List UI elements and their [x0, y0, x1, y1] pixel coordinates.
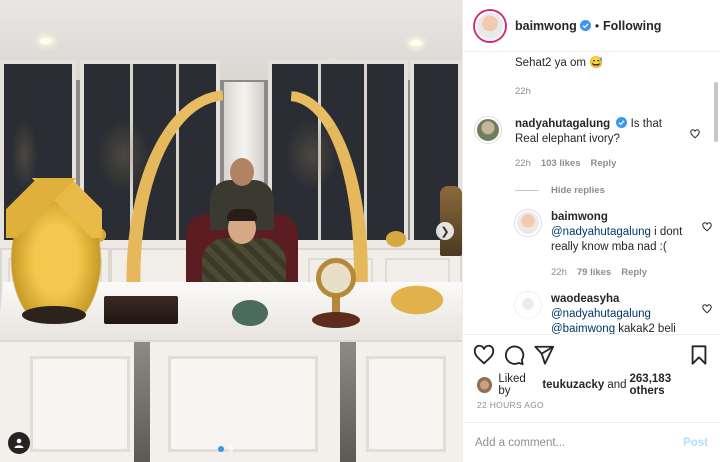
gold-eagle-wing	[6, 178, 102, 238]
post-photo[interactable]: ❯	[0, 0, 462, 462]
clock-base	[312, 312, 360, 328]
action-bar	[463, 334, 720, 374]
comment-reply: waodeasyha @nadyahutagalung @baimwong ka…	[515, 292, 712, 334]
add-comment-form: Post	[463, 422, 720, 462]
following-button[interactable]: Following	[603, 19, 661, 33]
desk-panel	[168, 356, 318, 452]
comment-time[interactable]: 22h	[515, 156, 531, 171]
gold-ornament	[382, 228, 410, 250]
instagram-post: ❯ baimwong • Following Sehat2 ya om 😅 22…	[0, 0, 720, 462]
share-icon[interactable]	[533, 344, 555, 366]
comment-likes[interactable]: 103 likes	[541, 156, 581, 171]
reply-button[interactable]: Reply	[590, 156, 616, 171]
avatar[interactable]	[515, 210, 541, 236]
likes-prefix: Liked by	[498, 373, 526, 397]
comment-username[interactable]: nadyahutagalung	[515, 118, 610, 130]
avatar[interactable]	[477, 377, 493, 393]
chevron-right-icon[interactable]: ❯	[436, 222, 454, 240]
carousel-dot	[218, 446, 224, 452]
comment-time[interactable]: 22h	[515, 84, 531, 99]
eagle-base	[22, 306, 86, 324]
likes-middle: and	[607, 379, 627, 391]
comment: nadyahutagalung Is that Real elephant iv…	[475, 117, 708, 171]
comment-icon[interactable]	[503, 344, 525, 366]
standing-man-head	[230, 158, 254, 186]
verified-badge-icon	[579, 20, 591, 31]
comment-username[interactable]: baimwong	[551, 211, 608, 223]
avatar[interactable]	[475, 10, 505, 41]
separator: •	[594, 18, 600, 33]
comment-username[interactable]: waodeasyha	[551, 293, 619, 305]
comments-list[interactable]: Sehat2 ya om 😅 22h nadyahutagalung Is th…	[463, 52, 720, 334]
mention-link[interactable]: @nadyahutagalung	[551, 226, 651, 238]
comment-likes[interactable]: 79 likes	[577, 265, 611, 280]
post-timestamp[interactable]: 22 HOURS AGO	[463, 396, 720, 414]
liker-username[interactable]: teukuzacky	[542, 379, 604, 391]
comment: Sehat2 ya om 😅 22h	[515, 52, 708, 99]
statue	[440, 186, 462, 256]
carousel-dot	[228, 446, 234, 452]
ceiling-light	[40, 38, 52, 44]
heart-icon[interactable]	[690, 129, 700, 139]
pen-holder	[232, 300, 268, 326]
heart-icon[interactable]	[473, 344, 495, 366]
likes-summary: Liked by teukuzacky and 263,183 others	[463, 373, 720, 397]
mention-link[interactable]: @baimwong	[551, 323, 615, 334]
verified-badge-icon	[616, 117, 628, 128]
comment-time[interactable]: 22h	[551, 265, 567, 280]
gold-clock	[316, 258, 356, 298]
reply-button[interactable]: Reply	[621, 265, 647, 280]
mention-link[interactable]: @nadyahutagalung	[551, 308, 651, 320]
header-username[interactable]: baimwong	[515, 19, 577, 33]
comment-input[interactable]	[475, 436, 684, 449]
desk-panel	[366, 356, 446, 452]
desk-leg	[134, 342, 150, 462]
bookmark-icon[interactable]	[688, 344, 710, 366]
seated-man-hair	[227, 209, 257, 221]
heart-icon[interactable]	[702, 222, 712, 232]
avatar[interactable]	[475, 117, 501, 143]
gold-leopard-statue	[384, 282, 450, 318]
avatar[interactable]	[515, 292, 541, 318]
likes-count[interactable]: 263,183 others	[630, 373, 706, 397]
post-sidebar: baimwong • Following Sehat2 ya om 😅 22h	[462, 0, 720, 462]
desk-leg	[340, 342, 356, 462]
hide-replies-label[interactable]: Hide replies	[551, 185, 605, 196]
scrollbar[interactable]	[714, 82, 718, 142]
carousel-indicator	[218, 446, 234, 452]
post-header: baimwong • Following	[463, 0, 720, 52]
desk-panel	[30, 356, 130, 452]
divider	[515, 190, 539, 191]
ceiling-light	[410, 40, 422, 46]
comment-text: Sehat2 ya om 😅	[515, 57, 604, 69]
wooden-box	[104, 296, 178, 324]
post-button[interactable]: Post	[683, 437, 708, 449]
comment-reply: baimwong @nadyahutagalung i dont really …	[515, 210, 712, 280]
hide-replies-button[interactable]: Hide replies	[515, 185, 708, 196]
heart-icon[interactable]	[702, 304, 712, 314]
person-tag-icon[interactable]	[8, 432, 30, 454]
